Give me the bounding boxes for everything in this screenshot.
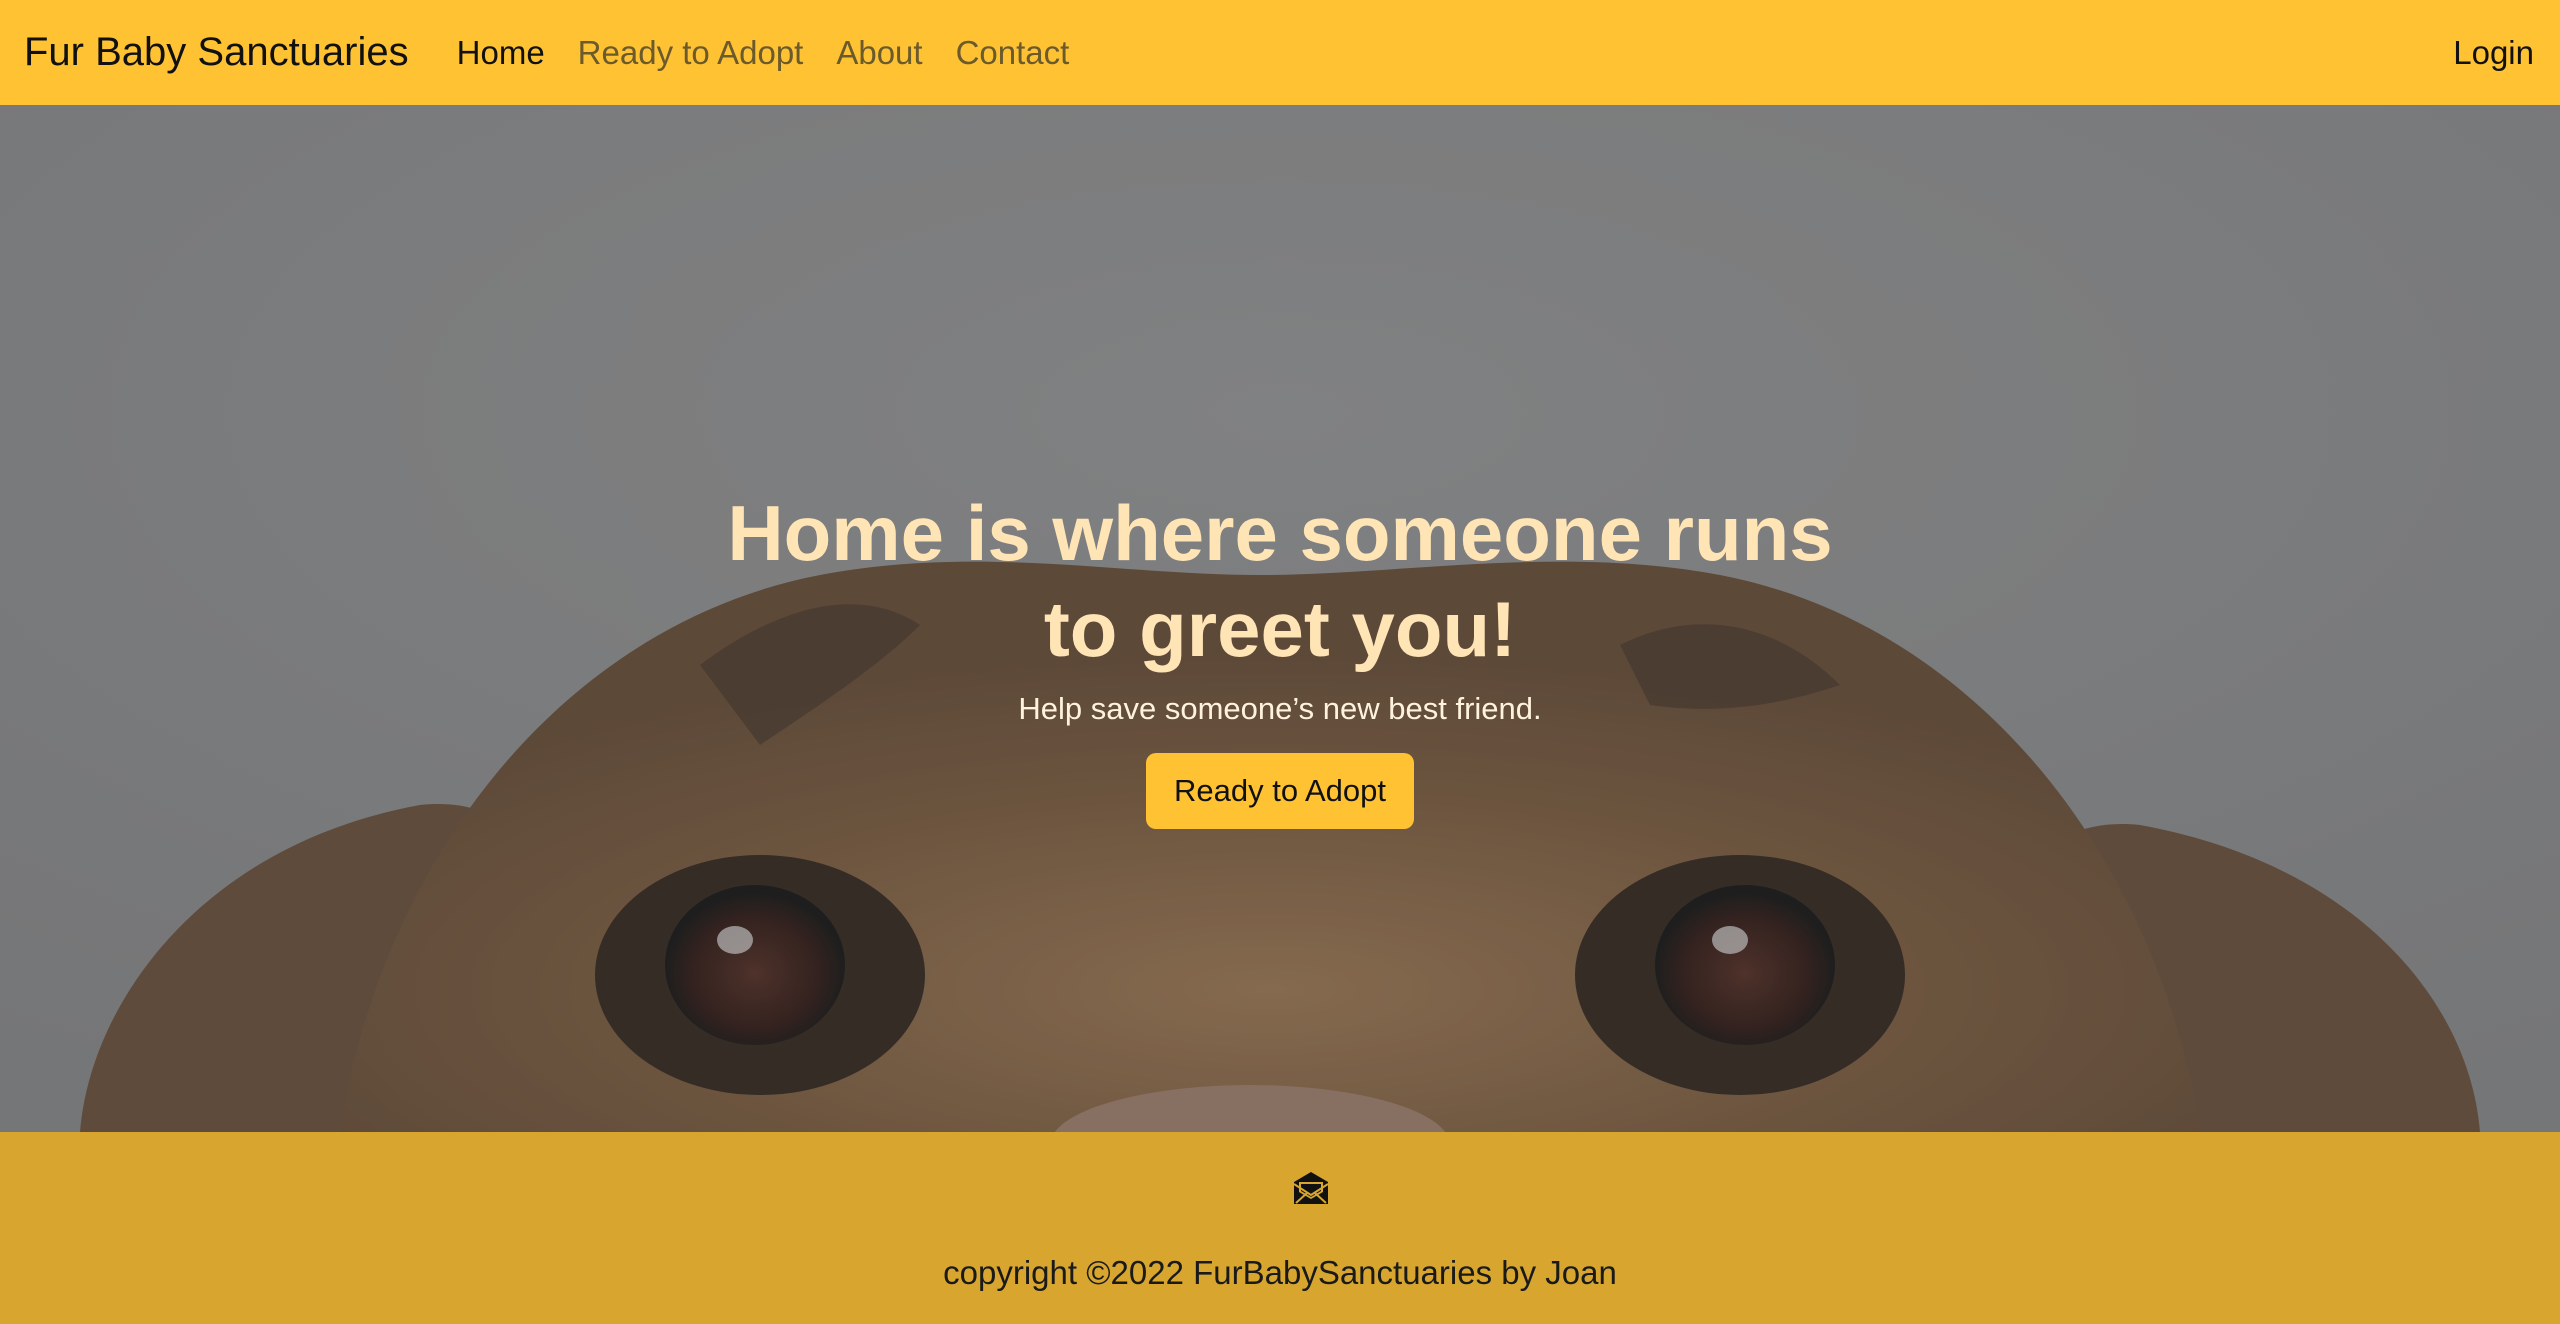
copyright-text: copyright ©2022 FurBabySanctuaries by Jo… — [943, 1254, 1617, 1291]
hero-subtitle: Help save someone’s new best friend. — [1018, 691, 1542, 726]
ready-to-adopt-button[interactable]: Ready to Adopt — [1146, 753, 1414, 829]
nav-link-home[interactable]: Home — [457, 34, 545, 72]
brand-logo[interactable]: Fur Baby Sanctuaries — [24, 30, 409, 75]
envelope-open-icon[interactable] — [1292, 1170, 1330, 1206]
hero-title: Home is where someone runs to greet you! — [727, 489, 1833, 673]
nav-link-ready-to-adopt[interactable]: Ready to Adopt — [578, 34, 804, 72]
nav-links: Home Ready to Adopt About Contact — [457, 34, 1103, 72]
nav-link-about[interactable]: About — [836, 34, 922, 72]
navbar: Fur Baby Sanctuaries Home Ready to Adopt… — [0, 0, 2560, 105]
footer: copyright ©2022 FurBabySanctuaries by Jo… — [0, 1132, 2560, 1324]
hero-banner: Home is where someone runs to greet you!… — [0, 105, 2560, 1132]
login-link[interactable]: Login — [2453, 34, 2534, 72]
hero-content: Home is where someone runs to greet you!… — [0, 485, 2560, 829]
nav-link-contact[interactable]: Contact — [956, 34, 1070, 72]
